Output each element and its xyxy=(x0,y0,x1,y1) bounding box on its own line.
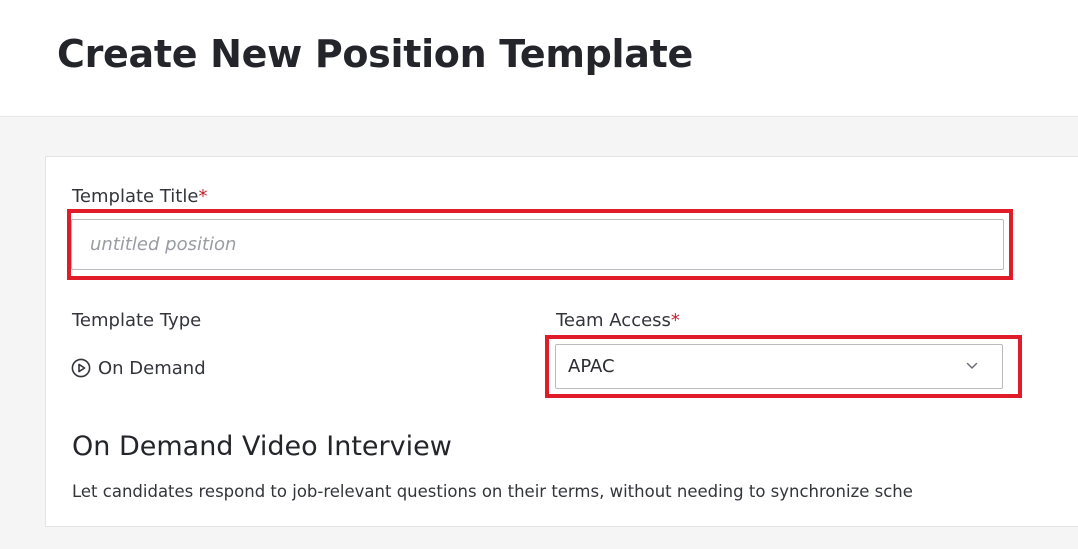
template-title-label: Template Title* xyxy=(72,185,207,209)
team-access-label: Team Access* xyxy=(556,309,680,333)
team-access-selected: APAC xyxy=(568,356,615,377)
section-title: On Demand Video Interview xyxy=(72,431,452,462)
required-asterisk: * xyxy=(670,310,680,331)
template-title-input[interactable] xyxy=(71,219,1004,270)
template-type-label: Template Type xyxy=(72,310,202,331)
required-asterisk: * xyxy=(198,186,208,207)
template-title-label-text: Template Title xyxy=(72,186,199,207)
chevron-down-icon xyxy=(966,362,978,369)
template-form-card: Template Title* Template Type On Demand … xyxy=(45,156,1078,527)
page-title: Create New Position Template xyxy=(57,32,693,76)
template-type-value: On Demand xyxy=(71,356,206,380)
team-access-label-text: Team Access xyxy=(556,310,671,331)
team-access-select[interactable]: APAC xyxy=(555,344,1003,389)
page-header: Create New Position Template xyxy=(0,0,1078,117)
play-circle-icon xyxy=(71,358,91,378)
template-type-text: On Demand xyxy=(98,357,206,379)
section-description: Let candidates respond to job-relevant q… xyxy=(72,482,913,501)
